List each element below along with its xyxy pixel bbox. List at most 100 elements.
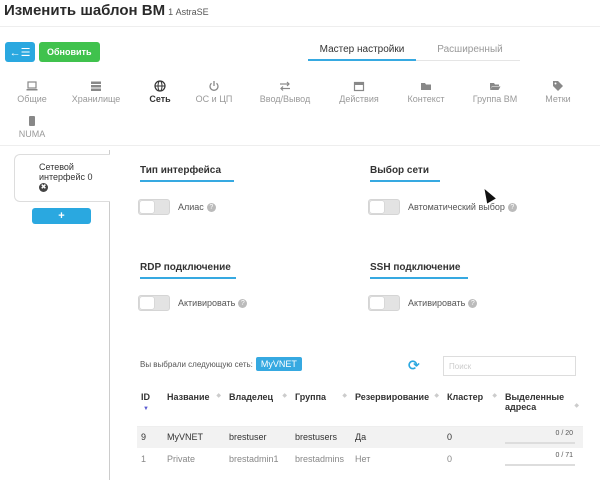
- cell-id: 9: [137, 426, 163, 448]
- tab-network[interactable]: Сеть: [130, 80, 190, 104]
- tab-actions[interactable]: Действия: [329, 80, 389, 104]
- table-row[interactable]: 1 Private brestadmin1 brestadmins Нет 0 …: [137, 448, 583, 470]
- auto-select-label: Автоматический выбор?: [408, 202, 517, 213]
- tab-io[interactable]: Ввод/Вывод: [255, 80, 315, 104]
- cell-group: brestadmins: [295, 454, 345, 464]
- rdp-label: Активировать?: [178, 298, 248, 309]
- tab-label: Действия: [339, 94, 379, 104]
- alias-toggle[interactable]: [138, 199, 170, 215]
- globe-icon: [154, 80, 166, 92]
- col-name[interactable]: Название ◆: [163, 388, 225, 427]
- tab-advanced[interactable]: Расширенный: [420, 41, 520, 61]
- sort-icon: ◆: [574, 403, 579, 409]
- cell-reservation: Да: [351, 426, 443, 448]
- laptop-icon: [26, 81, 38, 91]
- col-id[interactable]: ID ▼: [137, 388, 163, 427]
- nic-0-label: Сетевой интерфейс 0: [39, 162, 93, 182]
- sort-icon: ◆: [282, 393, 287, 399]
- col-reservation[interactable]: Резервирование ◆: [351, 388, 443, 427]
- table-row[interactable]: 9 MyVNET brestuser brestusers Да 0 0 / 2…: [137, 426, 583, 448]
- tab-context[interactable]: Контекст: [396, 80, 456, 104]
- cell-name: MyVNET: [163, 426, 225, 448]
- col-leases[interactable]: Выделенные адреса ◆: [501, 388, 583, 427]
- tab-label: Метки: [545, 94, 571, 104]
- folder-icon: [421, 83, 431, 90]
- selected-network-info: Вы выбрали следующую сеть: MyVNET: [140, 357, 302, 371]
- tab-label: Ввод/Вывод: [259, 94, 311, 104]
- nic-0-card[interactable]: Сетевой интерфейс 0 ✖: [14, 154, 110, 202]
- tab-numa[interactable]: NUMA: [2, 115, 62, 139]
- tab-os-cpu[interactable]: ОС и ЦП: [184, 80, 244, 104]
- alias-label-text: Алиас: [178, 202, 204, 212]
- col-owner[interactable]: Владелец ◆: [225, 388, 291, 427]
- update-button[interactable]: Обновить: [39, 42, 100, 62]
- sort-icon: ◆: [216, 393, 221, 399]
- plus-icon: +: [58, 210, 65, 222]
- remove-nic-icon[interactable]: ✖: [39, 183, 48, 192]
- toggle-knob: [140, 201, 154, 213]
- chip-icon: [29, 116, 35, 126]
- col-reservation-label: Резервирование: [355, 392, 430, 402]
- ssh-title: SSH подключение: [370, 262, 468, 279]
- col-cluster[interactable]: Кластер ◆: [443, 388, 501, 427]
- help-icon[interactable]: ?: [507, 203, 517, 213]
- exchange-icon: [280, 81, 290, 91]
- leases-count: 0 / 71: [555, 452, 573, 459]
- cell-reservation: Нет: [355, 454, 371, 464]
- toggle-knob: [140, 297, 154, 309]
- storage-icon: [91, 81, 101, 91]
- col-leases-label: Выделенные адреса: [505, 392, 565, 412]
- networks-table: ID ▼ Название ◆ Владелец ◆ Группа ◆ Резервир…: [137, 388, 583, 470]
- title-divider: [0, 26, 600, 27]
- cell-cluster: 0: [443, 426, 501, 448]
- toggle-knob: [370, 201, 384, 213]
- ssh-label: Активировать?: [408, 298, 478, 309]
- nic-panel-border: [109, 202, 110, 480]
- power-icon: [209, 81, 219, 91]
- help-icon[interactable]: ?: [238, 299, 248, 309]
- tag-icon: [553, 81, 563, 91]
- tab-labels[interactable]: Метки: [528, 80, 588, 104]
- cell-owner: brestuser: [225, 426, 291, 448]
- help-icon[interactable]: ?: [468, 299, 478, 309]
- cell-id: 1: [141, 454, 147, 464]
- tab-general[interactable]: Общие: [2, 80, 62, 104]
- auto-select-toggle[interactable]: [368, 199, 400, 215]
- tabs-divider: [0, 145, 600, 146]
- rdp-title: RDP подключение: [140, 262, 236, 279]
- mouse-cursor: [480, 186, 496, 204]
- rdp-toggle[interactable]: [138, 295, 170, 311]
- selected-network-badge: MyVNET: [255, 357, 302, 371]
- tab-storage[interactable]: Хранилище: [66, 80, 126, 104]
- auto-select-label-text: Автоматический выбор: [408, 202, 505, 212]
- add-nic-button[interactable]: +: [32, 208, 91, 224]
- template-id: 1 AstraSE: [168, 7, 209, 17]
- col-name-label: Название: [167, 392, 210, 402]
- col-group-label: Группа: [295, 392, 327, 402]
- ssh-toggle[interactable]: [368, 295, 400, 311]
- leases-progress: 0 / 20: [505, 430, 575, 445]
- leases-progress: 0 / 71: [505, 452, 575, 466]
- mode-switch: Мастер настройки Расширенный: [308, 41, 520, 61]
- col-owner-label: Владелец: [229, 392, 274, 402]
- tab-vm-group[interactable]: Группа ВМ: [465, 80, 525, 104]
- page-title-text: Изменить шаблон ВМ: [4, 2, 166, 19]
- cell-leases: 0 / 20: [501, 426, 583, 448]
- refresh-icon[interactable]: ⟳: [408, 357, 420, 374]
- sort-icon: ◆: [342, 393, 347, 399]
- tab-label: ОС и ЦП: [195, 94, 233, 104]
- search-input[interactable]: [443, 356, 576, 376]
- back-button[interactable]: ←☰: [5, 42, 35, 62]
- cell-owner: brestadmin1: [229, 454, 279, 464]
- tab-label: Сеть: [149, 94, 171, 104]
- tab-wizard[interactable]: Мастер настройки: [308, 41, 416, 61]
- sort-desc-icon: ▼: [143, 406, 149, 412]
- network-select-title: Выбор сети: [370, 165, 440, 182]
- leases-bar: [505, 464, 575, 466]
- table-header-row: ID ▼ Название ◆ Владелец ◆ Группа ◆ Резервир…: [137, 388, 583, 427]
- col-group[interactable]: Группа ◆: [291, 388, 351, 427]
- help-icon[interactable]: ?: [206, 203, 216, 213]
- ssh-label-text: Активировать: [408, 298, 466, 308]
- leases-count: 0 / 20: [555, 430, 573, 438]
- tab-label: Контекст: [407, 94, 445, 104]
